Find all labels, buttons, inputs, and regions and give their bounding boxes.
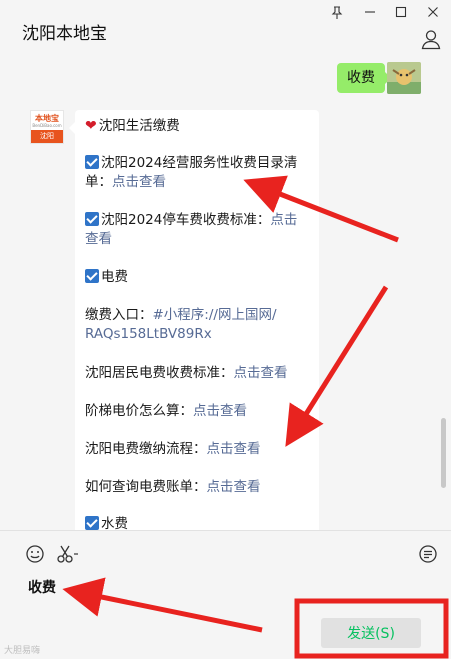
list-item: RAQs158LtBV89Rx: [85, 325, 311, 344]
list-item: 阶梯电价怎么算：点击查看: [85, 403, 247, 419]
input-area: 收费 发送(S) 大胆易嗨: [0, 530, 451, 659]
close-icon[interactable]: [422, 4, 444, 20]
list-item: 沈阳居民电费收费标准：点击查看: [85, 365, 288, 381]
account-avatar[interactable]: 本地宝 BenDiBao.com 沈阳: [30, 110, 64, 144]
heart-icon: ❤: [85, 118, 97, 134]
watermark: 大胆易嗨: [4, 646, 41, 656]
list-item: 查看: [85, 230, 311, 249]
minimize-icon[interactable]: [359, 4, 381, 20]
list-item: 单：点击查看: [85, 174, 166, 190]
scissors-icon[interactable]: [56, 543, 80, 565]
emoji-icon[interactable]: [24, 543, 46, 565]
incoming-message: ❤ 沈阳生活缴费 沈阳2024经营服务性收费目录清 单：点击查看 沈阳2024停车…: [69, 110, 319, 530]
list-item: 沈阳2024经营服务性收费目录清: [85, 154, 311, 173]
avatar-sub: BenDiBao.com: [32, 123, 62, 128]
self-avatar[interactable]: [387, 62, 421, 94]
send-button[interactable]: 发送(S): [321, 618, 421, 648]
view-link[interactable]: 查看: [85, 231, 112, 247]
checkbox-icon: [85, 269, 99, 283]
checkbox-icon: [85, 212, 99, 226]
avatar-brand: 本地宝: [35, 114, 59, 123]
view-link[interactable]: 点击查看: [193, 403, 247, 419]
avatar-city: 沈阳: [31, 130, 63, 143]
miniprogram-link[interactable]: RAQs158LtBV89Rx: [85, 326, 212, 342]
chat-window: 沈阳本地宝 收费 本地宝 BenDiBao.com 沈阳 ❤ 沈阳生活缴费 沈阳…: [0, 0, 451, 659]
outgoing-message[interactable]: 收费: [337, 63, 391, 93]
maximize-icon[interactable]: [390, 4, 412, 20]
chat-history-icon[interactable]: [417, 543, 439, 565]
view-link[interactable]: 点击查看: [207, 479, 261, 495]
title-bar: 沈阳本地宝: [0, 0, 451, 62]
view-link[interactable]: 点击: [270, 212, 297, 228]
miniprogram-link[interactable]: #小程序://网上国网/: [153, 307, 277, 323]
message-list[interactable]: 收费 本地宝 BenDiBao.com 沈阳 ❤ 沈阳生活缴费 沈阳2024经营…: [0, 62, 451, 530]
list-item: 缴费入口：#小程序://网上国网/: [85, 307, 277, 323]
scrollbar-thumb[interactable]: [441, 418, 446, 488]
list-item: 沈阳电费缴纳流程：点击查看: [85, 441, 261, 457]
section-heading: 水费: [85, 515, 311, 530]
list-item: 如何查询电费账单：点击查看: [85, 479, 261, 495]
chat-title: 沈阳本地宝: [22, 24, 107, 44]
pin-icon[interactable]: [326, 4, 348, 20]
list-item: 沈阳2024停车费收费标准：点击: [85, 211, 311, 230]
message-input[interactable]: 收费: [28, 577, 56, 597]
section-heading: 电费: [85, 268, 311, 287]
view-link[interactable]: 点击查看: [112, 174, 166, 190]
view-link[interactable]: 点击查看: [207, 441, 261, 457]
contact-info-icon[interactable]: [420, 28, 442, 50]
checkbox-icon: [85, 155, 99, 169]
checkbox-icon: [85, 516, 99, 530]
view-link[interactable]: 点击查看: [234, 365, 288, 381]
message-title: ❤ 沈阳生活缴费: [85, 118, 180, 134]
